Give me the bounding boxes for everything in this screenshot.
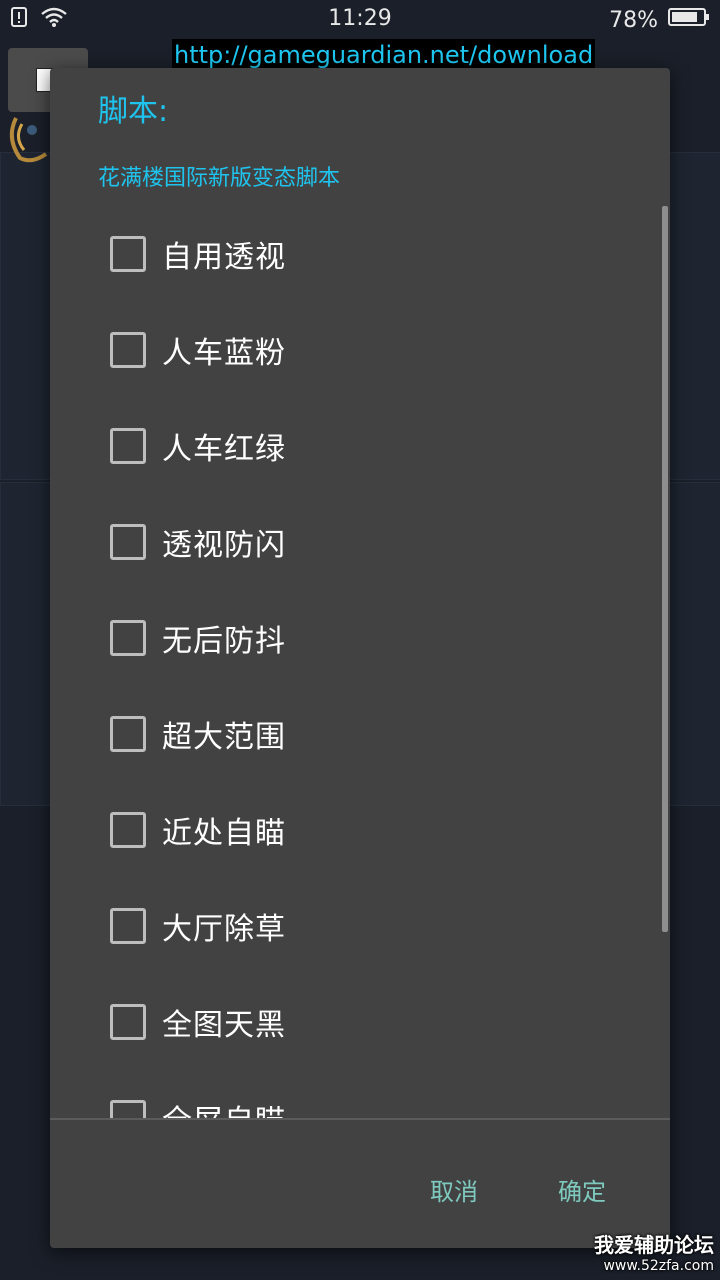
option-item[interactable]: 无后防抖 — [110, 608, 286, 668]
script-dialog: 脚本: 花满楼国际新版变态脚本 自用透视 人车蓝粉 人车红绿 透视防闪 无后防抖… — [50, 68, 670, 1248]
option-item[interactable]: 大厅除草 — [110, 896, 286, 956]
option-label: 全图天黑 — [162, 1008, 286, 1043]
dialog-title: 脚本: — [98, 94, 169, 129]
checkbox[interactable] — [110, 1100, 146, 1118]
checkbox[interactable] — [110, 716, 146, 752]
checkbox[interactable] — [110, 332, 146, 368]
battery-icon — [668, 6, 710, 34]
option-item[interactable]: 透视防闪 — [110, 512, 286, 572]
option-item[interactable]: 人车蓝粉 — [110, 320, 286, 380]
option-label: 人车红绿 — [162, 432, 286, 467]
option-label: 人车蓝粉 — [162, 336, 286, 371]
status-icons-right: 78% — [609, 6, 710, 34]
scrollbar[interactable] — [662, 206, 668, 932]
option-label: 大厅除草 — [162, 912, 286, 947]
option-list[interactable]: 自用透视 人车蓝粉 人车红绿 透视防闪 无后防抖 超大范围 近处自瞄 大厅除草 — [50, 206, 670, 1118]
app-logo-icon — [6, 110, 52, 166]
status-bar: 11:29 78% — [0, 0, 720, 38]
option-item[interactable]: 近处自瞄 — [110, 800, 286, 860]
option-label: 全屏自瞄 — [162, 1096, 286, 1118]
ok-button[interactable]: 确定 — [552, 1168, 612, 1211]
cancel-button[interactable]: 取消 — [424, 1168, 484, 1211]
checkbox[interactable] — [110, 428, 146, 464]
option-label: 自用透视 — [162, 240, 286, 275]
option-item[interactable]: 全屏自瞄 — [110, 1088, 286, 1118]
checkbox[interactable] — [110, 236, 146, 272]
option-item[interactable]: 自用透视 — [110, 224, 286, 284]
watermark-site: www.52zfa.com — [603, 1258, 714, 1274]
option-label: 近处自瞄 — [162, 816, 286, 851]
option-item[interactable]: 超大范围 — [110, 704, 286, 764]
checkbox[interactable] — [110, 908, 146, 944]
watermark: 我爱辅助论坛 www.52zfa.com — [594, 1229, 714, 1274]
option-item[interactable]: 人车红绿 — [110, 416, 286, 476]
watermark-title: 我爱辅助论坛 — [594, 1233, 714, 1257]
checkbox[interactable] — [110, 812, 146, 848]
divider — [50, 1118, 670, 1120]
checkbox[interactable] — [110, 620, 146, 656]
checkbox[interactable] — [110, 1004, 146, 1040]
option-item[interactable]: 全图天黑 — [110, 992, 286, 1052]
download-url[interactable]: http://gameguardian.net/download — [172, 39, 596, 71]
option-label: 无后防抖 — [162, 624, 286, 659]
option-label: 超大范围 — [162, 720, 286, 755]
option-label: 透视防闪 — [162, 528, 286, 563]
battery-percent: 78% — [609, 7, 658, 33]
checkbox[interactable] — [110, 524, 146, 560]
dialog-subtitle: 花满楼国际新版变态脚本 — [98, 166, 341, 191]
